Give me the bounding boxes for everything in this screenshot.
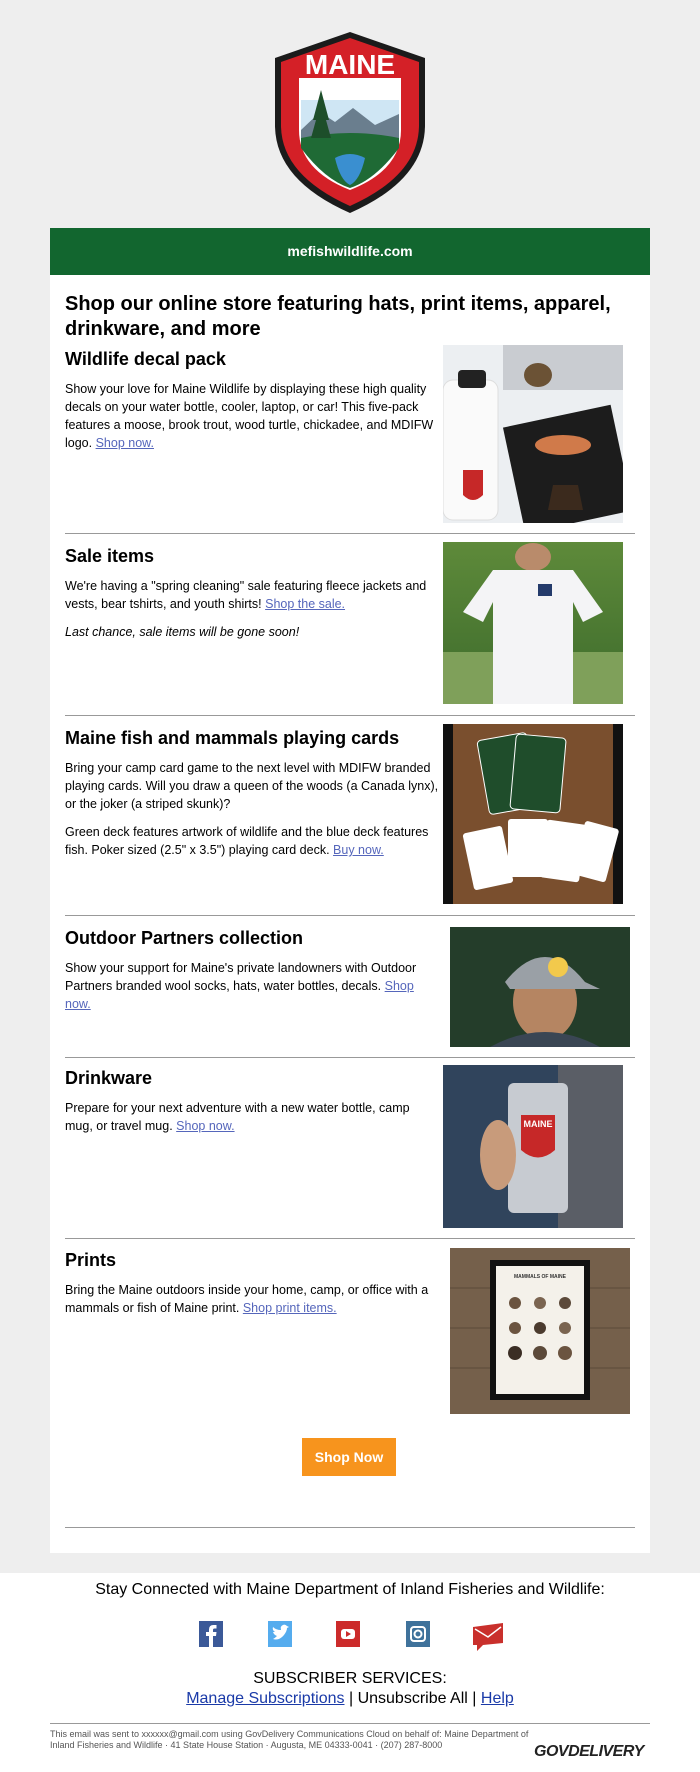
section-divider [65,715,635,716]
sale-note: Last chance, sale items will be gone soo… [65,625,300,639]
help-link[interactable]: Help [481,1690,514,1707]
subscriber-links: Manage Subscriptions | Unsubscribe All |… [0,1690,700,1708]
site-link[interactable]: mefishwildlife.com [287,243,412,259]
youtube-icon[interactable] [334,1621,362,1647]
buy-now-link[interactable]: Buy now. [333,843,384,857]
shop-sale-link[interactable]: Shop the sale. [265,597,345,611]
mdifw-logo[interactable]: MAINE [0,30,700,215]
section-body: Bring your camp card game to the next le… [65,761,439,811]
subscriber-services-heading: SUBSCRIBER SERVICES: [253,1670,447,1687]
facebook-icon[interactable] [197,1621,225,1647]
footer-divider [50,1723,650,1724]
sale-shirt-image[interactable] [443,542,623,704]
twitter-icon[interactable] [266,1621,294,1647]
stay-connected-text: Stay Connected with Maine Department of … [95,1581,605,1598]
unsubscribe-all-link[interactable]: Unsubscribe All [358,1690,468,1707]
link-separator: | [348,1690,354,1707]
site-banner[interactable]: mefishwildlife.com [50,228,650,275]
govdelivery-logo[interactable]: GOVDELIVERY [534,1743,644,1761]
footer: Stay Connected with Maine Department of … [0,1573,700,1772]
playing-cards-image[interactable] [443,724,623,904]
main-content: Shop our online store featuring hats, pr… [50,275,650,1553]
instagram-icon[interactable] [404,1621,432,1647]
section-divider [65,533,635,534]
section-body: Show your support for Maine's private la… [65,961,417,993]
shop-print-items-link[interactable]: Shop print items. [243,1301,337,1315]
link-separator: | [472,1690,477,1707]
shop-now-link[interactable]: Shop now. [96,436,154,450]
shop-now-link[interactable]: Shop now. [176,1119,234,1133]
section-body: Prepare for your next adventure with a n… [65,1101,410,1133]
section-divider [65,1238,635,1239]
govdelivery-brand-text: GOVDELIVERY [534,1743,644,1760]
print-title-text: MAMMALS OF MAINE [514,1274,567,1280]
logo-maine-text: MAINE [305,49,395,80]
page-headline: Shop our online store featuring hats, pr… [65,293,611,340]
footer-disclaimer: This email was sent to xxxxxx@gmail.com … [50,1729,529,1750]
section-divider [65,915,635,916]
section-body: We're having a "spring cleaning" sale fe… [65,579,427,611]
prints-image[interactable]: MAMMALS OF MAINE [450,1248,630,1414]
email-icon[interactable] [471,1621,505,1651]
mdifw-shield-emblem: MAINE [275,32,425,213]
section-divider [65,1057,635,1058]
mug-logo-text: MAINE [524,1119,553,1129]
drinkware-image[interactable]: MAINE [443,1065,623,1228]
manage-subscriptions-link[interactable]: Manage Subscriptions [186,1690,344,1707]
decal-pack-image[interactable] [443,345,623,523]
outdoor-partners-image[interactable] [450,927,630,1047]
shop-now-button[interactable]: Shop Now [302,1438,396,1476]
content-bottom-divider [65,1527,635,1528]
